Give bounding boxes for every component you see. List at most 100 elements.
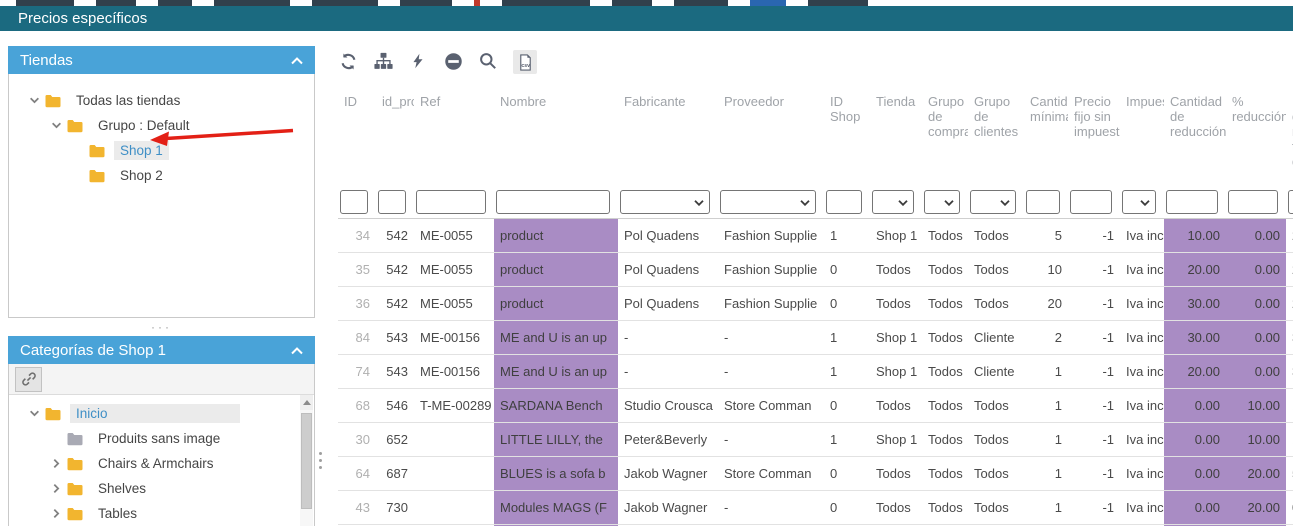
- block-icon[interactable]: [443, 50, 463, 72]
- lightning-icon[interactable]: [408, 50, 428, 72]
- cell-cantidad_reduccion: 0.00: [1164, 423, 1226, 456]
- cell-proveedor: Fashion Supplie: [718, 253, 824, 286]
- link-icon[interactable]: [15, 367, 42, 392]
- tree-item-shop-1[interactable]: Shop 1: [9, 138, 314, 163]
- tree-item-chairs-armchairs[interactable]: Chairs & Armchairs: [9, 451, 314, 476]
- chevron-right-icon[interactable]: [47, 458, 65, 469]
- column-header-fabricante[interactable]: Fabricante: [618, 86, 718, 186]
- table-row[interactable]: 74543ME-00156ME and U is an up--1Shop 1T…: [338, 355, 1293, 389]
- cell-fabricante: -: [618, 321, 718, 354]
- filter-input-pct_reduccion[interactable]: [1228, 190, 1278, 214]
- tree-item-todas-las-tiendas[interactable]: Todas las tiendas: [9, 88, 314, 113]
- chevron-right-icon[interactable]: [47, 508, 65, 519]
- tiendas-panel-header[interactable]: Tiendas: [8, 46, 315, 74]
- column-header-grupo_clientes[interactable]: Grupo de clientes: [968, 86, 1024, 186]
- filter-cell-fabricante: [618, 190, 718, 214]
- filter-input-id_prc[interactable]: [378, 190, 406, 214]
- chevron-up-icon[interactable]: [291, 342, 303, 359]
- categorias-panel-header[interactable]: Categorías de Shop 1: [8, 336, 315, 364]
- column-header-id[interactable]: ID: [338, 86, 376, 186]
- tree-item-shelves[interactable]: Shelves: [9, 476, 314, 501]
- vertical-drag-handle[interactable]: [319, 452, 322, 469]
- tree-item-inicio[interactable]: Inicio: [9, 401, 314, 426]
- filter-select-grupo_clientes[interactable]: [970, 190, 1016, 214]
- column-header-impuesto[interactable]: Impuesto: [1120, 86, 1164, 186]
- table-row[interactable]: 30652LITTLE LILLY, thePeter&Beverly-1Sho…: [338, 423, 1293, 457]
- table-row[interactable]: 84543ME-00156ME and U is an up--1Shop 1T…: [338, 321, 1293, 355]
- cell-grupo_compra: Todos: [922, 253, 968, 286]
- cell-grupo_clientes: Cliente: [968, 355, 1024, 388]
- tree-item-label[interactable]: Grupo : Default: [92, 116, 196, 135]
- filter-select-grupo_compra[interactable]: [924, 190, 960, 214]
- filter-cell-id: [338, 190, 376, 214]
- cell-precio_fijo: -1: [1068, 423, 1120, 456]
- table-row[interactable]: 68546T-ME-00289SARDANA BenchStudio Crous…: [338, 389, 1293, 423]
- cell-cantidad_reduccion: 30.00: [1164, 287, 1226, 320]
- column-header-id_shop[interactable]: ID Shop: [824, 86, 870, 186]
- grid-header-row: IDid_prcRefNombreFabricanteProveedorID S…: [338, 86, 1293, 186]
- filter-input-cantidad_minima[interactable]: [1026, 190, 1060, 214]
- column-header-precio_fijo[interactable]: Precio fijo sin impuesto: [1068, 86, 1120, 186]
- cell-id_shop: 0: [824, 253, 870, 286]
- filter-select-fabricante[interactable]: [620, 190, 710, 214]
- tree-item-tables[interactable]: Tables: [9, 501, 314, 526]
- chevron-down-icon[interactable]: [25, 95, 43, 106]
- tree-item-grupo-default[interactable]: Grupo : Default: [9, 113, 314, 138]
- filter-select-tienda[interactable]: [872, 190, 914, 214]
- chevron-down-icon[interactable]: [47, 120, 65, 131]
- filter-input-nombre[interactable]: [496, 190, 610, 214]
- filter-input-precio_fijo[interactable]: [1070, 190, 1112, 214]
- table-row[interactable]: 34542ME-0055productPol QuadensFashion Su…: [338, 219, 1293, 253]
- column-header-tienda[interactable]: Tienda: [870, 86, 922, 186]
- table-row[interactable]: 35542ME-0055productPol QuadensFashion Su…: [338, 253, 1293, 287]
- chevron-up-icon[interactable]: [291, 52, 303, 69]
- filter-cell-grupo_compra: [922, 190, 968, 214]
- cell-grupo_clientes: Todos: [968, 389, 1024, 422]
- chevron-down-icon[interactable]: [25, 408, 43, 419]
- tree-item-label[interactable]: Inicio: [70, 404, 240, 423]
- table-row[interactable]: 36542ME-0055productPol QuadensFashion Su…: [338, 287, 1293, 321]
- filter-input-ref[interactable]: [416, 190, 486, 214]
- cell-id_shop: 1: [824, 423, 870, 456]
- panel-resize-handle[interactable]: ···: [8, 318, 315, 336]
- filter-select-proveedor[interactable]: [720, 190, 816, 214]
- tree-item-label[interactable]: Tables: [92, 504, 143, 523]
- page-title: Precios específicos: [18, 10, 147, 27]
- column-header-proveedor[interactable]: Proveedor: [718, 86, 824, 186]
- table-row[interactable]: 43730Modules MAGS (FJakob Wagner-0TodosT…: [338, 491, 1293, 525]
- sitemap-icon[interactable]: [373, 50, 393, 72]
- refresh-icon[interactable]: [338, 50, 358, 72]
- tree-item-produits-sans-image[interactable]: Produits sans image: [9, 426, 314, 451]
- filter-input-id[interactable]: [340, 190, 368, 214]
- scrollbar-thumb[interactable]: [301, 413, 312, 509]
- filter-input-cantidad_reduccion[interactable]: [1166, 190, 1218, 214]
- filter-select-impuesto[interactable]: [1122, 190, 1156, 214]
- cell-cantidad_minima: 1: [1024, 355, 1068, 388]
- cell-pct_reduccion: 0.00: [1226, 287, 1286, 320]
- filter-input-col_fin[interactable]: [1288, 190, 1293, 214]
- grid-toolbar: csv: [338, 46, 1293, 86]
- chevron-right-icon[interactable]: [47, 483, 65, 494]
- column-header-nombre[interactable]: Nombre: [494, 86, 618, 186]
- tree-item-label[interactable]: Shop 2: [114, 166, 169, 185]
- column-header-grupo_compra[interactable]: Grupo de compra: [922, 86, 968, 186]
- table-row[interactable]: 64687BLUES is a sofa bJakob WagnerStore …: [338, 457, 1293, 491]
- tree-item-label[interactable]: Shelves: [92, 479, 152, 498]
- csv-export-icon[interactable]: csv: [513, 50, 537, 74]
- filter-input-id_shop[interactable]: [826, 190, 862, 214]
- tree-item-label[interactable]: Shop 1: [114, 141, 169, 160]
- column-header-id_prc[interactable]: id_prc: [376, 86, 414, 186]
- tree-item-label[interactable]: Todas las tiendas: [70, 91, 186, 110]
- tree-item-label[interactable]: Chairs & Armchairs: [92, 454, 220, 473]
- tree-item-shop-2[interactable]: Shop 2: [9, 163, 314, 188]
- column-header-col_fin[interactable]: In d m tr d: [1286, 86, 1293, 186]
- column-header-pct_reduccion[interactable]: % reducción: [1226, 86, 1286, 186]
- scroll-up-button[interactable]: [300, 395, 313, 410]
- tree-item-label[interactable]: Produits sans image: [92, 429, 226, 448]
- column-header-ref[interactable]: Ref: [414, 86, 494, 186]
- column-header-cantidad_minima[interactable]: Cantidad mínima: [1024, 86, 1068, 186]
- categories-scrollbar[interactable]: [300, 395, 313, 526]
- column-header-cantidad_reduccion[interactable]: Cantidad de reducción: [1164, 86, 1226, 186]
- folder-icon: [65, 119, 92, 133]
- search-icon[interactable]: [478, 50, 498, 72]
